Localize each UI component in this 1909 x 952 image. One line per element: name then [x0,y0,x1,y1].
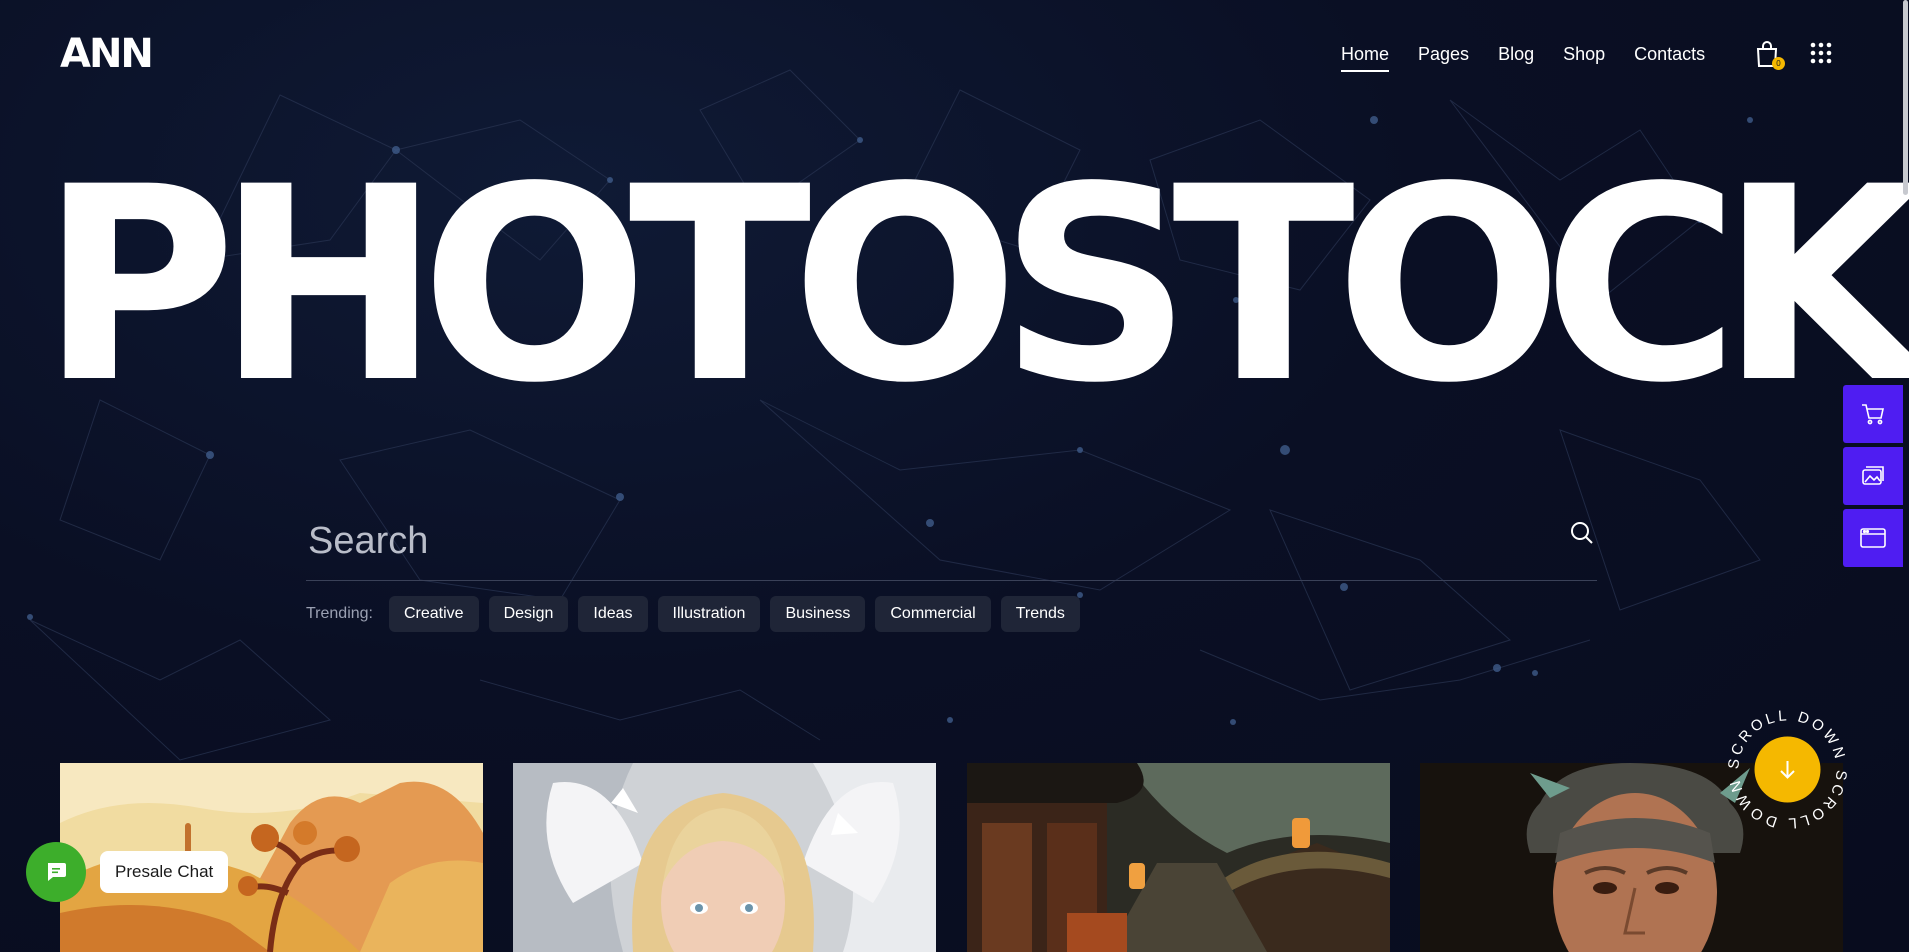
gallery-icon [1862,466,1884,485]
side-panel [1843,385,1903,571]
chat-label[interactable]: Presale Chat [100,851,229,893]
tag-commercial[interactable]: Commercial [875,596,991,632]
cart-icon [1862,404,1884,425]
chat-bubble-icon [48,863,66,881]
nav-home[interactable]: Home [1341,42,1390,72]
cart-count-badge: 0 [1772,57,1785,70]
nav-blog[interactable]: Blog [1498,42,1534,72]
tag-trends[interactable]: Trends [1000,596,1080,632]
cart-button[interactable]: 0 [1755,40,1785,70]
main-nav: Home Pages Blog Shop Contacts [1341,42,1705,72]
nav-pages[interactable]: Pages [1418,42,1469,72]
side-browser-button[interactable] [1843,509,1903,567]
tag-ideas[interactable]: Ideas [578,596,648,632]
scrollbar-thumb[interactable] [1903,0,1908,195]
chat-button[interactable] [26,842,86,902]
grid-menu-icon[interactable] [1810,42,1832,64]
hero-title: PHOTOSTOCK [40,130,1909,442]
scroll-down-button[interactable]: SCROLL DOWN SCROLL DOWN [1725,707,1850,832]
search-input[interactable] [306,510,1510,572]
tag-illustration[interactable]: Illustration [657,596,761,632]
side-gallery-button[interactable] [1843,447,1903,505]
trending-tags: Trending: Creative Design Ideas Illustra… [306,596,1080,632]
tag-design[interactable]: Design [488,596,569,632]
tag-business[interactable]: Business [770,596,866,632]
nav-shop[interactable]: Shop [1563,42,1605,72]
tag-creative[interactable]: Creative [389,596,479,632]
trending-label: Trending: [306,605,373,622]
brand-logo[interactable]: ANN [60,34,154,74]
gallery-card-village[interactable] [967,763,1390,952]
browser-window-icon [1860,528,1886,548]
search-icon[interactable] [1569,520,1595,546]
nav-contacts[interactable]: Contacts [1634,42,1705,72]
gallery-grid [60,763,1843,952]
search-bar [306,500,1597,581]
side-cart-button[interactable] [1843,385,1903,443]
gallery-card-angel[interactable] [513,763,936,952]
